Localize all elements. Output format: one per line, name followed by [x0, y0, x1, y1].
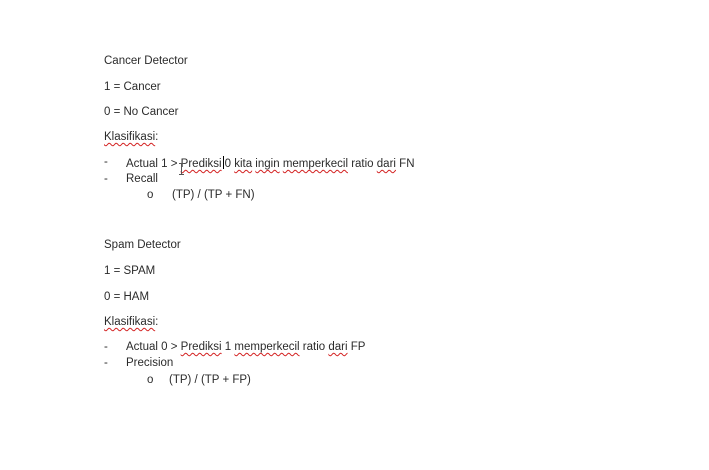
word-ratio: ratio [302, 341, 326, 353]
word-zero: 0 [224, 158, 231, 170]
word-ingin: ingin [255, 158, 280, 170]
word-prediksi: Prediksi [180, 158, 222, 170]
spam-klasifikasi-heading: Klasifikasi: [104, 316, 158, 328]
word-dari: dari [328, 341, 348, 353]
word-kita: kita [234, 158, 253, 170]
klasifikasi-colon: : [155, 316, 159, 328]
spam-bullet-precision[interactable]: Precision [126, 357, 173, 369]
mouse-ibeam-icon [178, 163, 185, 175]
bullet-dash: - [104, 156, 108, 168]
word-fn: FN [399, 158, 415, 170]
word-fp: FP [350, 341, 366, 353]
bullet-dash: - [104, 341, 108, 353]
spam-line-0: 0 = HAM [104, 291, 150, 303]
precision-formula[interactable]: (TP) / (TP + FP) [169, 374, 251, 386]
spam-line-1: 1 = SPAM [104, 265, 156, 277]
klasifikasi-colon: : [155, 131, 159, 143]
cancer-detector-title: Cancer Detector [104, 55, 188, 67]
word-prediksi: Prediksi [180, 341, 222, 353]
recall-formula[interactable]: (TP) / (TP + FN) [172, 189, 255, 201]
cancer-line-0: 0 = No Cancer [104, 106, 179, 118]
bullet-text: Actual 1 > [126, 158, 178, 170]
spam-detector-title: Spam Detector [104, 239, 181, 251]
document-page: Cancer Detector 1 = Cancer 0 = No Cancer… [0, 0, 709, 470]
spam-bullet-actual[interactable]: Actual 0 > Prediksi 1 memperkecil ratio … [126, 341, 365, 353]
word-one: 1 [224, 341, 232, 353]
bullet-dash: - [104, 357, 108, 369]
cancer-bullet-actual[interactable]: Actual 1 > Prediksi 0 kita ingin memperke… [126, 156, 415, 170]
bullet-text: Actual 0 > [126, 341, 178, 353]
word-dari: dari [376, 158, 396, 170]
text-cursor [222, 156, 224, 169]
sub-bullet-circle: o [147, 374, 154, 386]
klasifikasi-word: Klasifikasi [104, 316, 156, 328]
word-memperkecil: memperkecil [282, 158, 348, 170]
word-memperkecil: memperkecil [234, 341, 300, 353]
word-ratio: ratio [351, 158, 374, 170]
sub-bullet-circle: o [147, 189, 154, 201]
bullet-dash: - [104, 173, 108, 185]
cancer-bullet-recall[interactable]: Recall [126, 173, 158, 185]
cancer-klasifikasi-heading: Klasifikasi: [104, 131, 158, 143]
klasifikasi-word: Klasifikasi [104, 131, 156, 143]
cancer-line-1: 1 = Cancer [104, 81, 161, 93]
